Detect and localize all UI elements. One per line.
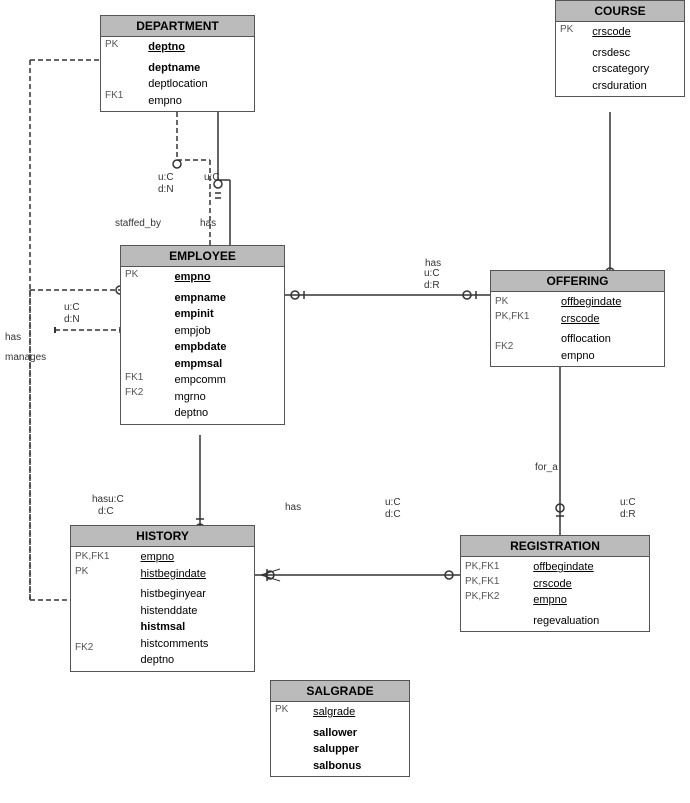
course-crsduration: crsduration (592, 78, 678, 95)
course-crsdesc: crsdesc (592, 45, 678, 62)
off-attr-fields: offlocation empno (555, 329, 664, 366)
history-entity: HISTORY PK,FK1 PK empno histbegindate FK… (70, 525, 255, 672)
sal-sallower: sallower (313, 725, 403, 742)
label-manages: manages (5, 352, 46, 363)
hist-histenddate: histenddate (141, 603, 248, 620)
reg-pk-fields: offbegindate crscode empno (527, 557, 649, 611)
hist-histbeginyear: histbeginyear (141, 586, 248, 603)
emp-deptno: deptno (175, 405, 278, 422)
emp-empjob: empjob (175, 323, 278, 340)
sal-blank-label (271, 723, 307, 777)
dept-deptlocation: deptlocation (148, 76, 248, 93)
hist-fk2-label: FK2 (71, 584, 135, 671)
label-has-1: has (200, 218, 216, 229)
label-has-3: has (285, 502, 301, 513)
emp-empname: empname (175, 290, 278, 307)
course-attr-fields: crsdesc crscategory crsduration (586, 43, 684, 97)
label-uc-1: u:C (158, 172, 174, 183)
emp-pk-fields: empno (169, 267, 284, 288)
dept-deptno: deptno (148, 39, 248, 56)
reg-pk-labels: PK,FK1 PK,FK1 PK,FK2 (461, 557, 527, 611)
sal-pk-label: PK (271, 702, 307, 723)
course-pk-fields: crscode (586, 22, 684, 43)
department-entity: DEPARTMENT PK deptno FK1 deptname deptlo… (100, 15, 255, 112)
history-header: HISTORY (71, 526, 254, 547)
label-dc-5: d:C (385, 509, 401, 520)
reg-empno: empno (533, 592, 643, 609)
salgrade-entity: SALGRADE PK salgrade sallower salupper s… (270, 680, 410, 777)
reg-attr-fields: regevaluation (527, 611, 649, 632)
hist-deptno: deptno (141, 652, 248, 669)
hist-pk-labels: PK,FK1 PK (71, 547, 135, 584)
registration-entity: REGISTRATION PK,FK1 PK,FK1 PK,FK2 offbeg… (460, 535, 650, 632)
sal-attr-fields: sallower salupper salbonus (307, 723, 409, 777)
label-for-a: for_a (535, 462, 558, 473)
label-has-left: has (5, 332, 21, 343)
off-offbegindate: offbegindate (561, 294, 658, 311)
emp-empinit: empinit (175, 306, 278, 323)
sal-salbonus: salbonus (313, 758, 403, 775)
course-blank-label (556, 43, 586, 97)
salgrade-header: SALGRADE (271, 681, 409, 702)
course-header: COURSE (556, 1, 684, 22)
dept-attr-fields: deptname deptlocation empno (142, 58, 254, 112)
off-pk-label: PK PK,FK1 (491, 292, 555, 329)
emp-empbdate: empbdate (175, 339, 278, 356)
emp-pk-label: PK (121, 267, 169, 288)
emp-fk-labels: FK1 FK2 (121, 288, 169, 424)
hist-empno: empno (141, 549, 248, 566)
employee-entity: EMPLOYEE PK empno FK1 FK2 empname empini… (120, 245, 285, 425)
sal-salupper: salupper (313, 741, 403, 758)
off-fk2-label: FK2 (491, 329, 555, 366)
label-dc: d:C (98, 506, 114, 517)
reg-blank-label (461, 611, 527, 632)
label-uc-5: u:C (385, 497, 401, 508)
course-pk-label: PK (556, 22, 586, 43)
label-dr-4: d:R (424, 280, 440, 291)
label-dn-1: d:N (158, 184, 174, 195)
hist-histbegindate: histbegindate (141, 566, 248, 583)
hist-histcomments: histcomments (141, 636, 248, 653)
off-offlocation: offlocation (561, 331, 658, 348)
off-pk-fields: offbegindate crscode (555, 292, 664, 329)
emp-empno: empno (175, 269, 278, 286)
dept-pk-fields: deptno (142, 37, 254, 58)
reg-crscode: crscode (533, 576, 643, 593)
off-empno: empno (561, 348, 658, 365)
reg-offbegindate: offbegindate (533, 559, 643, 576)
registration-header: REGISTRATION (461, 536, 649, 557)
offering-entity: OFFERING PK PK,FK1 offbegindate crscode … (490, 270, 665, 367)
off-crscode: crscode (561, 311, 658, 328)
course-crscategory: crscategory (592, 61, 678, 78)
department-header: DEPARTMENT (101, 16, 254, 37)
course-entity: COURSE PK crscode crsdesc crscategory cr… (555, 0, 685, 97)
dept-fk1-label: FK1 (101, 58, 142, 112)
emp-empmsal: empmsal (175, 356, 278, 373)
offering-header: OFFERING (491, 271, 664, 292)
label-uc-4: u:C (424, 268, 440, 279)
hist-attr-fields: histbeginyear histenddate histmsal histc… (135, 584, 254, 671)
dept-empno: empno (148, 93, 248, 110)
label-uc-3: u:C (64, 302, 80, 313)
dept-deptname: deptname (148, 60, 248, 77)
reg-regevaluation: regevaluation (533, 613, 643, 630)
label-dr-6: d:R (620, 509, 636, 520)
label-dn-3: d:N (64, 314, 80, 325)
employee-header: EMPLOYEE (121, 246, 284, 267)
emp-mgrno: mgrno (175, 389, 278, 406)
sal-pk-fields: salgrade (307, 702, 409, 723)
sal-salgrade: salgrade (313, 704, 403, 721)
label-staffed-by: staffed_by (115, 218, 161, 229)
label-uc-6: u:C (620, 497, 636, 508)
label-hasu-c: hasu:C (92, 494, 124, 505)
label-uc-2: u:C (204, 172, 220, 183)
emp-attr-fields: empname empinit empjob empbdate empmsal … (169, 288, 284, 424)
hist-histmsal: histmsal (141, 619, 248, 636)
dept-pk-label: PK (101, 37, 142, 58)
hist-pk-fields: empno histbegindate (135, 547, 254, 584)
emp-empcomm: empcomm (175, 372, 278, 389)
course-crscode: crscode (592, 24, 678, 41)
